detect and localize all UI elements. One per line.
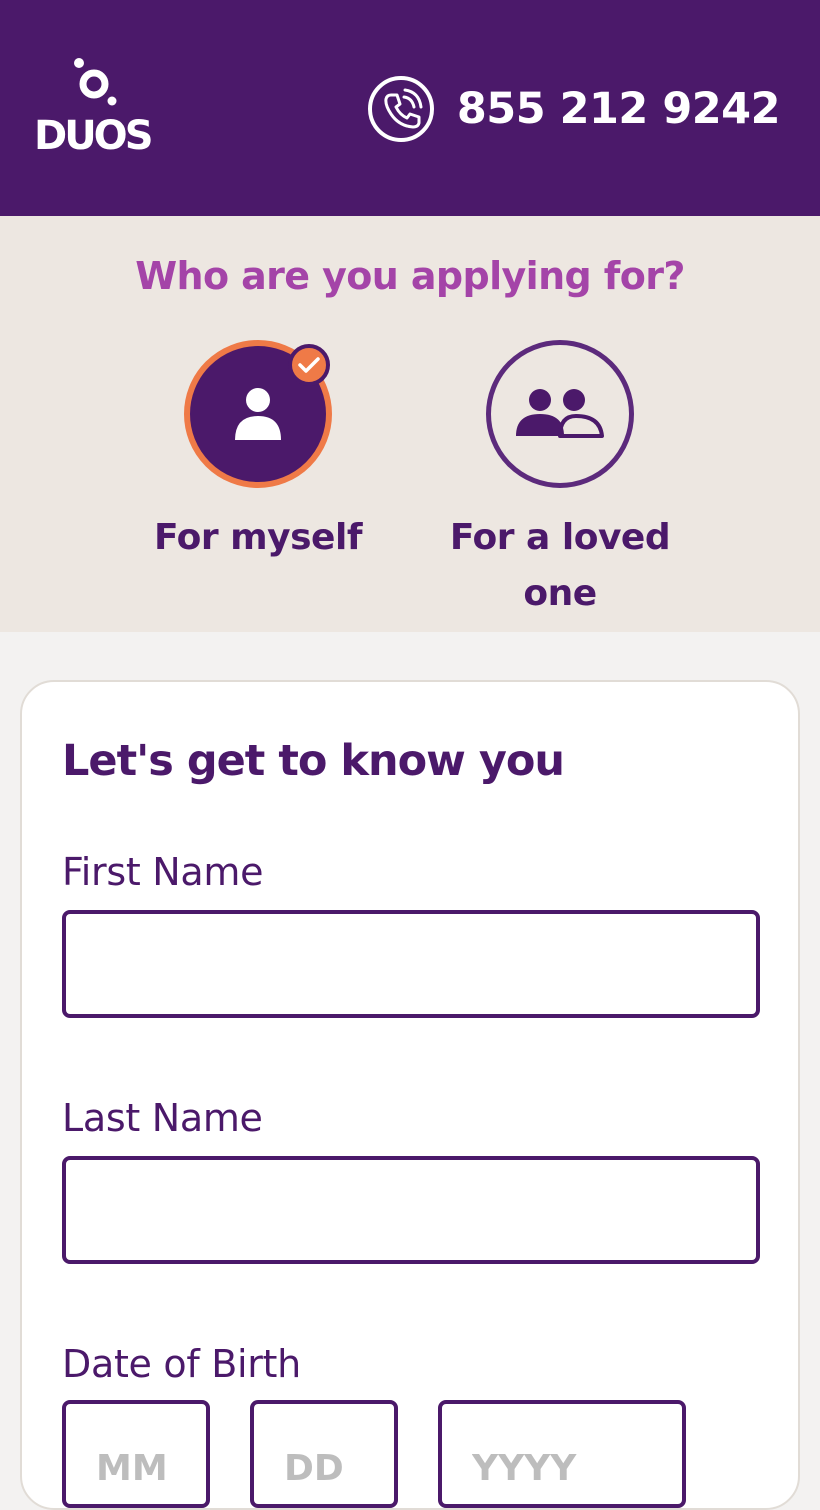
signup-form-card: Let's get to know you First Name Last Na… <box>20 680 800 1510</box>
applicant-selector: Who are you applying for? For myself For… <box>0 216 820 632</box>
duos-logo-mark-icon <box>74 58 117 106</box>
selected-check-icon <box>288 344 330 386</box>
applicant-question: Who are you applying for? <box>135 254 685 298</box>
option-for-loved-one[interactable]: For a loved one <box>430 340 690 622</box>
duos-logo[interactable]: DUOS <box>32 56 162 166</box>
dob-label: Date of Birth <box>62 1342 301 1386</box>
first-name-label: First Name <box>62 850 264 894</box>
phone-link[interactable]: 855 212 9242 <box>367 74 781 144</box>
option-for-myself[interactable]: For myself <box>128 340 388 566</box>
phone-call-icon <box>367 76 434 142</box>
dob-day-input[interactable] <box>250 1400 398 1508</box>
option-for-myself-label: For myself <box>154 517 362 558</box>
option-for-loved-one-circle[interactable] <box>486 340 634 488</box>
form-title: Let's get to know you <box>62 736 565 786</box>
option-for-loved-one-label: For a loved one <box>449 517 671 614</box>
logo-text: DUOS <box>34 113 153 159</box>
last-name-label: Last Name <box>62 1096 263 1140</box>
single-person-icon <box>235 388 281 440</box>
last-name-input[interactable] <box>62 1156 760 1264</box>
first-name-input[interactable] <box>62 910 760 1018</box>
option-for-myself-circle[interactable] <box>184 340 332 488</box>
two-people-icon <box>516 389 604 438</box>
app-header: DUOS 855 212 9242 <box>0 0 820 216</box>
phone-number[interactable]: 855 212 9242 <box>457 84 781 134</box>
dob-month-input[interactable] <box>62 1400 210 1508</box>
dob-year-input[interactable] <box>438 1400 686 1508</box>
